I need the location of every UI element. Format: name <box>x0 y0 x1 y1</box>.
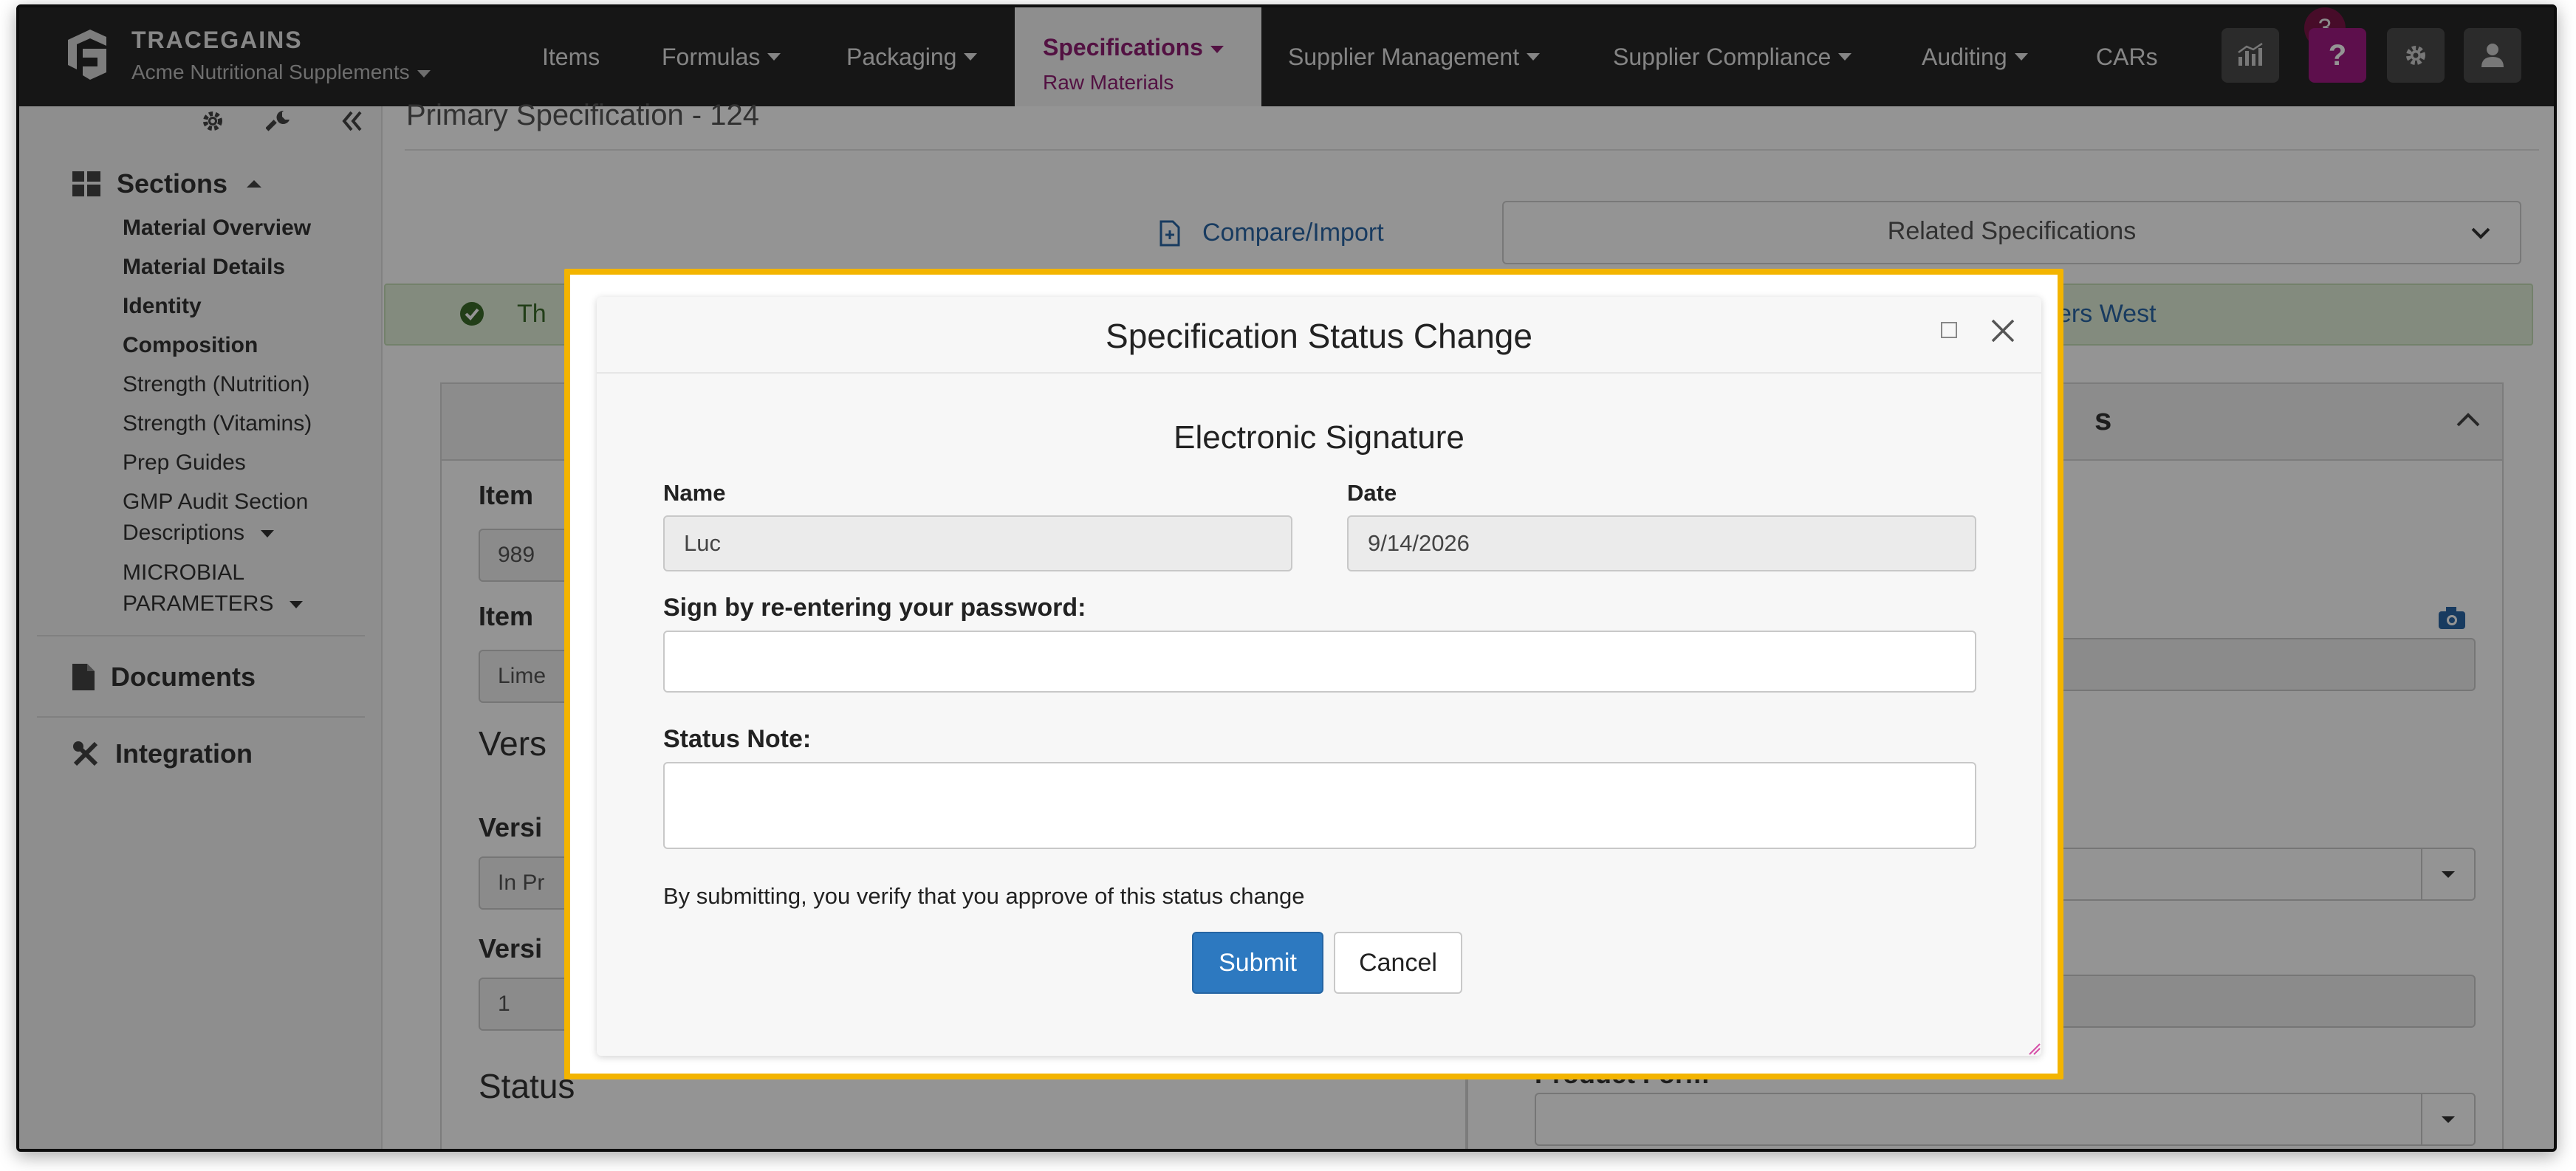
dialog-subtitle: Electronic Signature <box>1174 419 1465 456</box>
cancel-button[interactable]: Cancel <box>1334 932 1462 994</box>
password-label: Sign by re-entering your password: <box>663 594 1086 622</box>
date-field: 9/14/2026 <box>1347 515 1976 571</box>
resize-handle-icon[interactable] <box>2025 1040 2041 1056</box>
status-note-label: Status Note: <box>663 725 812 753</box>
date-label: Date <box>1347 480 1397 506</box>
password-input[interactable] <box>663 631 1976 693</box>
status-note-input[interactable] <box>663 762 1976 849</box>
name-field: Luc <box>663 515 1292 571</box>
app-window: TRACEGAINS Acme Nutritional Supplements … <box>16 4 2557 1152</box>
screenshot-frame: TRACEGAINS Acme Nutritional Supplements … <box>0 0 2576 1171</box>
close-icon[interactable] <box>1988 316 2018 346</box>
status-change-dialog: Specification Status Change Electronic S… <box>597 297 2041 1056</box>
dialog-title: Specification Status Change <box>1106 317 1532 355</box>
maximize-icon[interactable] <box>1941 322 1957 338</box>
modal-highlight-frame: Specification Status Change Electronic S… <box>564 269 2063 1079</box>
dialog-header: Specification Status Change <box>597 297 2041 374</box>
submit-button[interactable]: Submit <box>1192 932 1323 994</box>
name-label: Name <box>663 480 726 506</box>
verification-text: By submitting, you verify that you appro… <box>663 883 1305 909</box>
